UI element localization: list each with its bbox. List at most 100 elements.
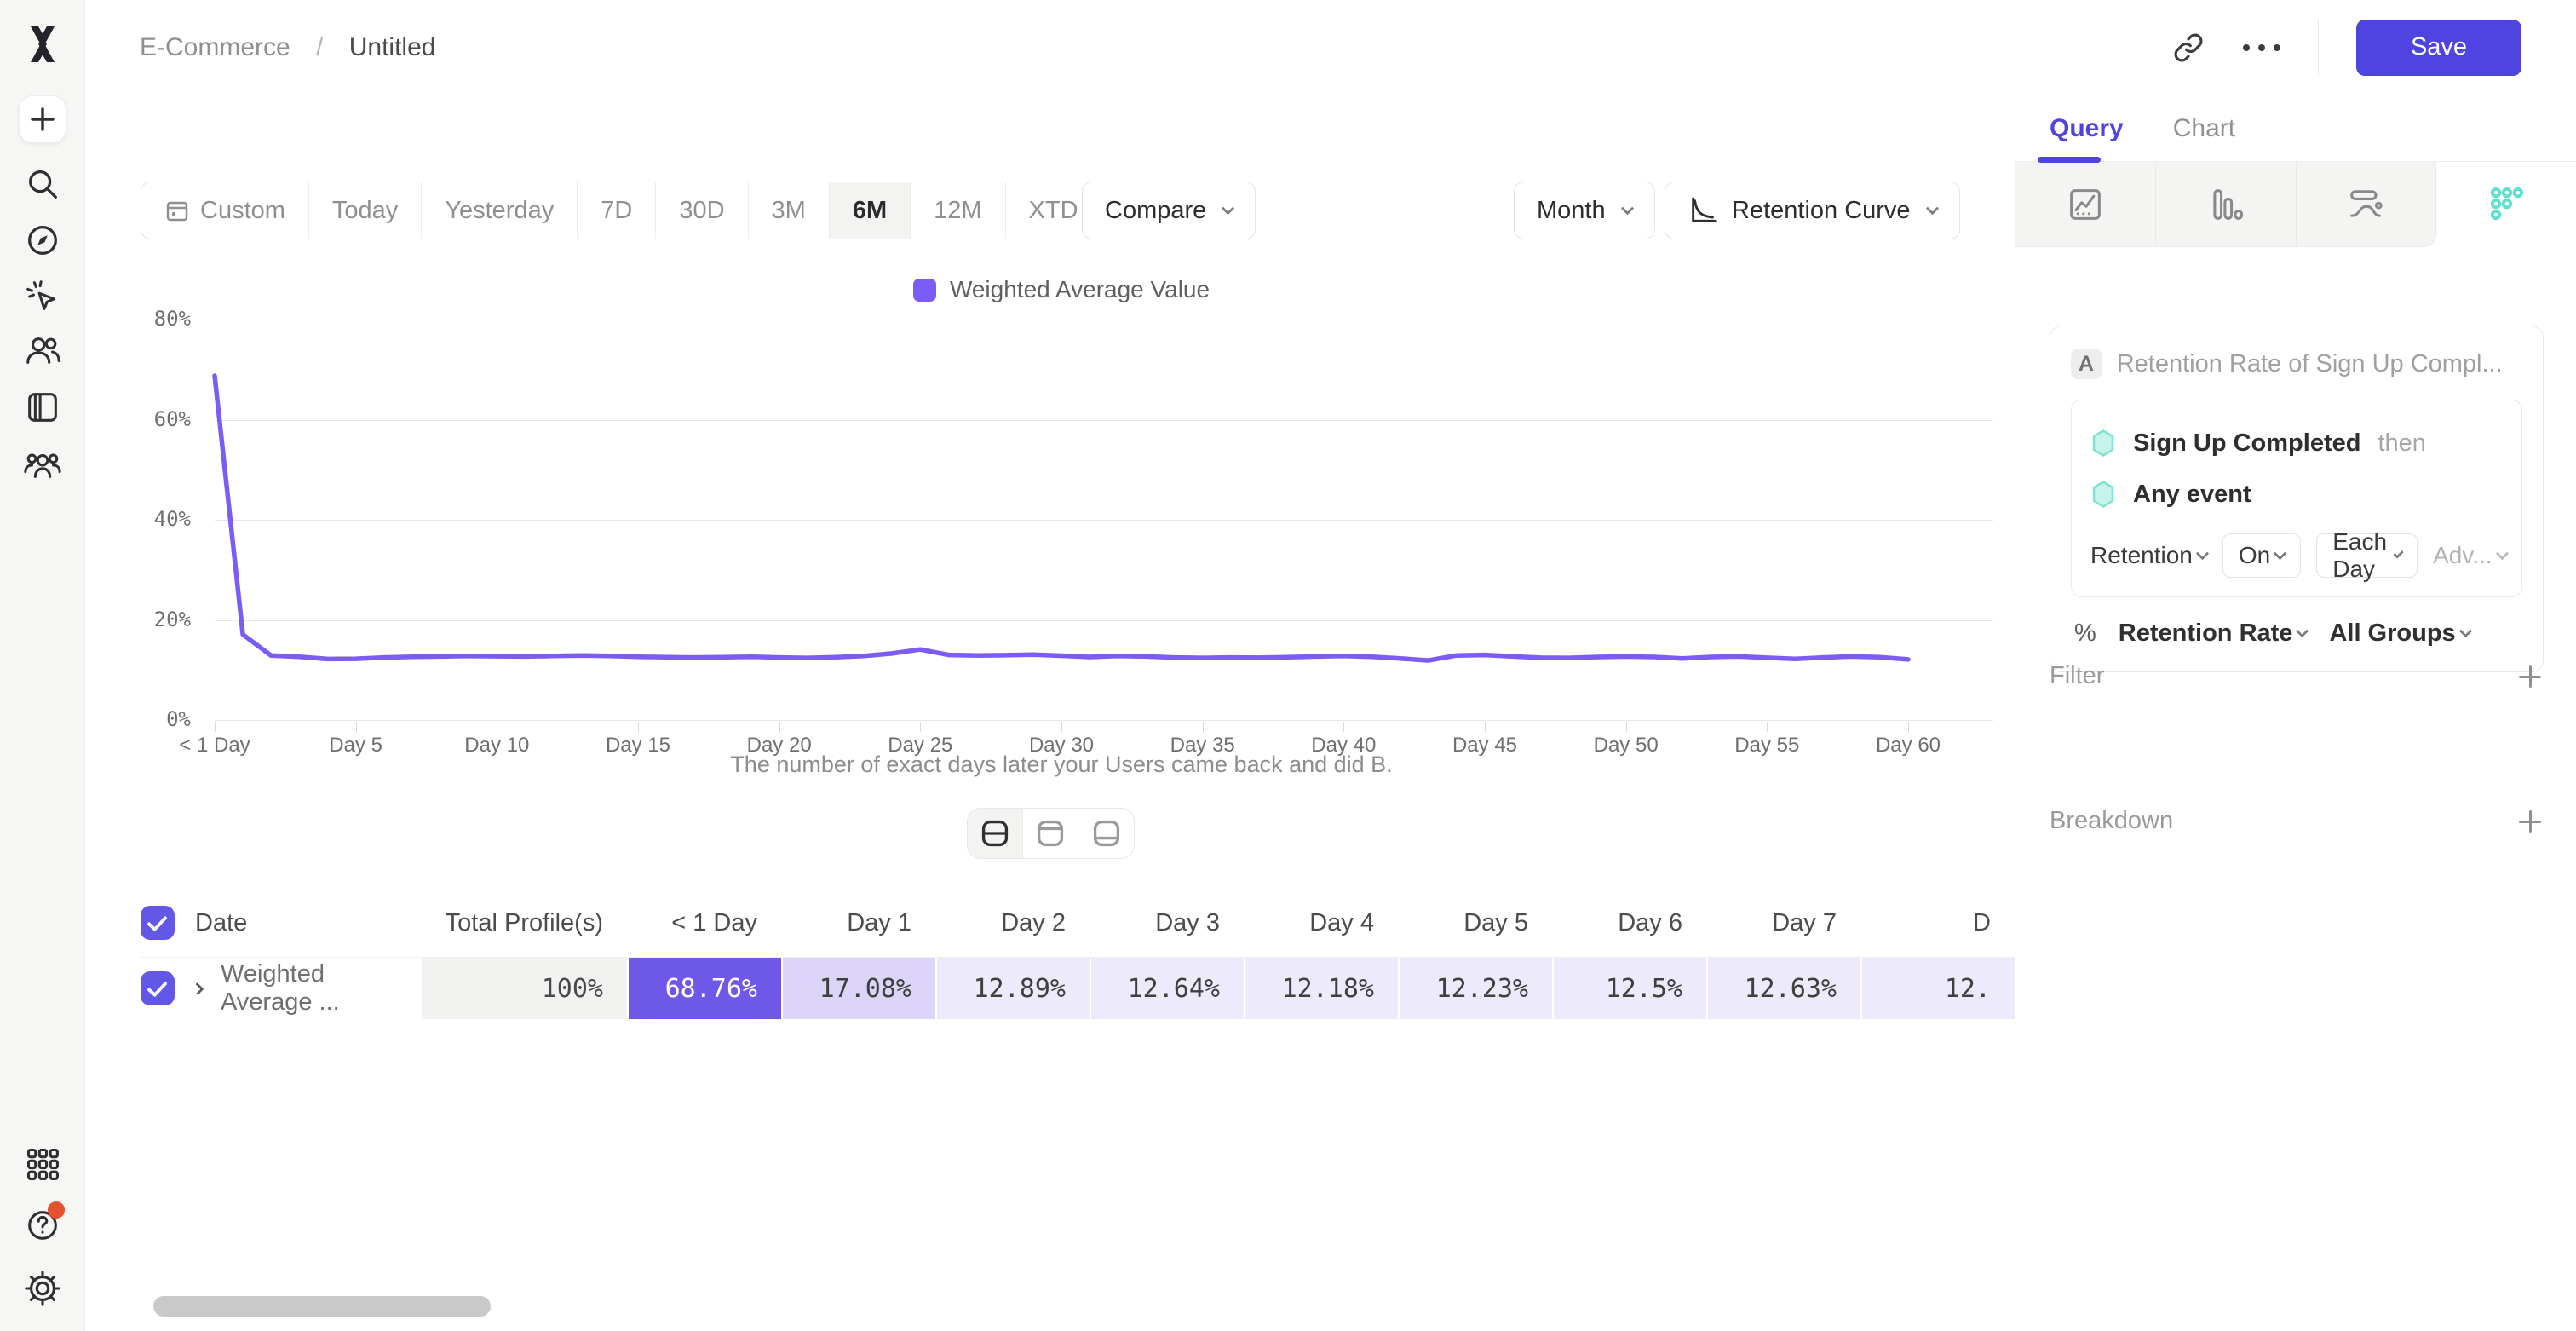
- retention-type-dropdown[interactable]: Retention: [2090, 542, 2207, 569]
- column-header[interactable]: < 1 Day: [627, 909, 781, 937]
- chevron-down-icon: [2296, 625, 2309, 638]
- y-axis-label: 0%: [119, 707, 191, 731]
- flows-icon[interactable]: [2297, 162, 2437, 247]
- event-step-1[interactable]: Sign Up Completed then: [2090, 418, 2503, 469]
- retention-cell[interactable]: 12.64%: [1090, 958, 1244, 1019]
- column-header[interactable]: Day 5: [1398, 909, 1552, 937]
- column-header[interactable]: Day 4: [1244, 909, 1398, 937]
- breakdown-label: Breakdown: [2050, 807, 2173, 835]
- column-header[interactable]: Day 2: [935, 909, 1090, 937]
- plus-icon[interactable]: [19, 95, 66, 143]
- tab-chart[interactable]: Chart: [2173, 114, 2235, 143]
- topbar: E-Commerce / Untitled Save: [85, 0, 2576, 95]
- expand-row-icon[interactable]: [192, 982, 204, 995]
- save-button[interactable]: Save: [2356, 20, 2521, 76]
- query-panel: Query Chart A Retention Rate of Sign Up …: [2015, 95, 2576, 1331]
- settings-icon[interactable]: [22, 1268, 63, 1309]
- insights-icon[interactable]: [2015, 162, 2156, 247]
- help-icon[interactable]: [22, 1205, 63, 1246]
- filter-label: Filter: [2050, 662, 2104, 690]
- more-options-icon[interactable]: [2243, 44, 2280, 51]
- column-header[interactable]: Total Profile(s): [420, 909, 627, 937]
- breadcrumb: E-Commerce / Untitled: [140, 33, 435, 62]
- share-link-icon[interactable]: [2171, 31, 2205, 65]
- horizontal-scrollbar[interactable]: [153, 1296, 491, 1317]
- breadcrumb-title[interactable]: Untitled: [349, 33, 436, 61]
- breadcrumb-project[interactable]: E-Commerce: [140, 33, 290, 61]
- cursor-click-icon[interactable]: [22, 276, 63, 317]
- metric-dropdown[interactable]: Retention Rate: [2119, 619, 2308, 648]
- series-badge: A: [2071, 349, 2102, 379]
- add-filter-icon[interactable]: [2516, 663, 2544, 690]
- retention-cell[interactable]: 17.08%: [781, 958, 935, 1019]
- y-axis-label: 60%: [119, 407, 191, 431]
- board-icon[interactable]: [22, 387, 63, 428]
- retention-line-chart[interactable]: 80%60%40%20%0%< 1 DayDay 5Day 10Day 15Da…: [85, 95, 2015, 862]
- retention-dots-icon[interactable]: [2436, 162, 2576, 247]
- groups-dropdown[interactable]: All Groups: [2329, 619, 2470, 648]
- layout-chart-only-icon[interactable]: [1023, 809, 1078, 858]
- report-area: CustomTodayYesterday7D30D3M6M12MXTD Comp…: [85, 95, 2015, 1331]
- x-axis-tick: [1626, 722, 1627, 732]
- retention-cell[interactable]: 68.76%: [627, 958, 781, 1019]
- x-axis-tick: [1767, 722, 1768, 732]
- layout-split-icon[interactable]: [968, 809, 1023, 858]
- table-row[interactable]: Weighted Average ...100%68.76%17.08%12.8…: [141, 957, 2015, 1019]
- query-title[interactable]: Retention Rate of Sign Up Compl...: [2117, 350, 2522, 378]
- column-header[interactable]: Day 1: [781, 909, 935, 937]
- retention-line: [215, 320, 1993, 720]
- event-step-2[interactable]: Any event: [2090, 469, 2503, 520]
- percent-symbol: %: [2074, 619, 2096, 648]
- row-checkbox[interactable]: [141, 971, 175, 1005]
- query-steps: Sign Up Completed then Any event Retenti…: [2071, 400, 2522, 597]
- retention-cell[interactable]: 12.89%: [935, 958, 1090, 1019]
- y-axis-label: 40%: [119, 507, 191, 531]
- advanced-dropdown[interactable]: Adv...: [2433, 542, 2507, 569]
- divider: [2318, 20, 2319, 75]
- column-header[interactable]: D: [1860, 909, 2015, 937]
- each-day-dropdown[interactable]: Each Day: [2316, 533, 2418, 578]
- retention-cell[interactable]: 12.18%: [1244, 958, 1398, 1019]
- app-logo: [22, 24, 63, 65]
- funnels-bars-icon[interactable]: [2156, 162, 2297, 247]
- users-icon[interactable]: [22, 331, 63, 372]
- x-axis-tick: [1061, 722, 1062, 732]
- compass-icon[interactable]: [22, 220, 63, 261]
- row-name: Weighted Average ...: [221, 960, 420, 1017]
- filter-section: Filter: [2050, 662, 2544, 690]
- add-breakdown-icon[interactable]: [2516, 808, 2544, 835]
- report-type-tabs: [2015, 162, 2576, 247]
- apps-grid-icon[interactable]: [22, 1144, 63, 1184]
- layout-table-only-icon[interactable]: [1078, 809, 1134, 858]
- chevron-down-icon: [2458, 625, 2472, 638]
- search-icon[interactable]: [22, 164, 63, 205]
- retention-cell[interactable]: 12.5%: [1552, 958, 1706, 1019]
- on-dropdown[interactable]: On: [2222, 533, 2301, 578]
- retention-cell[interactable]: 12.: [1860, 958, 2015, 1019]
- retention-cell[interactable]: 12.63%: [1706, 958, 1860, 1019]
- breadcrumb-separator: /: [316, 33, 323, 61]
- retention-cell[interactable]: 12.23%: [1398, 958, 1552, 1019]
- select-all-checkbox[interactable]: [141, 906, 175, 940]
- active-tab-underline: [2038, 157, 2101, 163]
- tab-query[interactable]: Query: [2050, 114, 2124, 143]
- left-sidebar: [0, 0, 85, 1331]
- layout-toggle-group: [967, 808, 1135, 859]
- notification-dot: [48, 1201, 65, 1219]
- people-group-icon[interactable]: [22, 445, 63, 486]
- x-axis-tick: [1908, 722, 1909, 732]
- column-header[interactable]: Day 3: [1090, 909, 1244, 937]
- query-card: A Retention Rate of Sign Up Compl... Sig…: [2050, 326, 2544, 672]
- x-axis-tick: [356, 722, 357, 732]
- table-header-date: Date: [141, 906, 420, 940]
- column-header[interactable]: Day 7: [1706, 909, 1860, 937]
- column-header[interactable]: Day 6: [1552, 909, 1706, 937]
- x-axis-tick: [920, 722, 921, 732]
- column-header: Date: [195, 909, 247, 937]
- panel-tabs: Query Chart: [2015, 95, 2576, 162]
- chevron-down-icon: [2274, 546, 2287, 560]
- x-axis-tick: [638, 722, 639, 732]
- chevron-down-icon: [2495, 546, 2509, 560]
- x-axis-tick: [779, 722, 780, 732]
- retention-cell[interactable]: 100%: [420, 958, 627, 1019]
